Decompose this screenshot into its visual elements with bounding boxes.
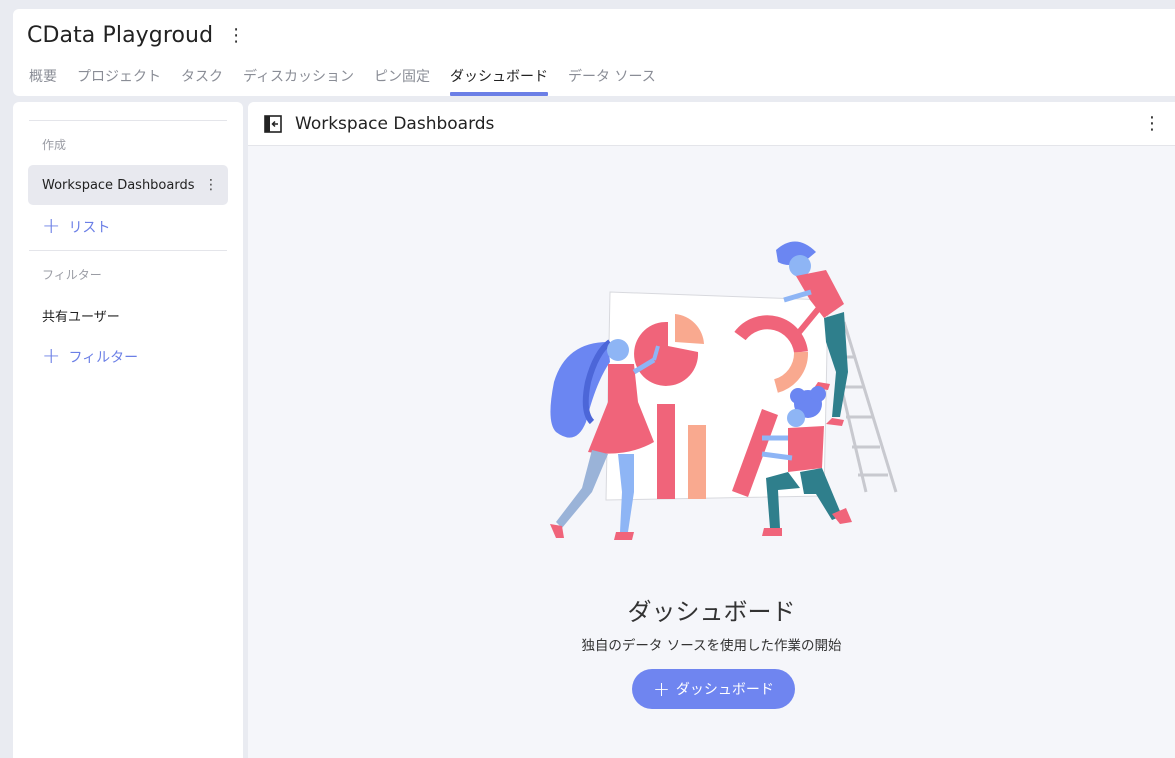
sidebar-item-workspace-dashboards[interactable]: Workspace Dashboards ⋮ xyxy=(28,165,228,205)
create-dashboard-button[interactable]: + ダッシュボード xyxy=(632,669,795,709)
add-list-label: リスト xyxy=(68,220,111,236)
filter-shared-users[interactable]: 共有ユーザー xyxy=(42,306,120,325)
section-label-filter: フィルター xyxy=(42,268,102,282)
kebab-icon[interactable]: ⋮ xyxy=(204,177,218,193)
add-filter-button[interactable]: + フィルター xyxy=(42,346,138,368)
create-dashboard-label: ダッシュボード xyxy=(675,682,774,698)
plus-icon: + xyxy=(653,677,670,701)
plus-icon: + xyxy=(42,344,61,369)
tab-tasks[interactable]: タスク xyxy=(181,61,223,96)
kebab-icon[interactable]: ⋮ xyxy=(1143,113,1161,134)
empty-state-title: ダッシュボード xyxy=(627,598,796,626)
divider xyxy=(29,120,227,121)
kebab-icon[interactable]: ⋮ xyxy=(227,26,245,45)
title-row: CData Playgroud ⋮ xyxy=(27,23,245,48)
tab-projects[interactable]: プロジェクト xyxy=(77,61,161,96)
main-header: Workspace Dashboards ⋮ xyxy=(248,102,1175,146)
tab-discussions[interactable]: ディスカッション xyxy=(243,61,354,96)
dashboard-illustration xyxy=(550,241,898,540)
workspace-header: CData Playgroud ⋮ 概要 プロジェクト タスク ディスカッション… xyxy=(13,9,1175,96)
main-panel: Workspace Dashboards ⋮ ダッシュボード 独自のデータ ソー… xyxy=(248,102,1175,758)
empty-state-subtitle: 独自のデータ ソースを使用した作業の開始 xyxy=(581,638,842,654)
tab-dashboards[interactable]: ダッシュボード xyxy=(450,61,549,96)
add-filter-label: フィルター xyxy=(68,350,139,366)
section-label-create: 作成 xyxy=(42,138,67,152)
add-list-button[interactable]: + リスト xyxy=(42,216,110,238)
tab-bar: 概要 プロジェクト タスク ディスカッション ピン固定 ダッシュボード データ … xyxy=(29,61,676,96)
tab-pinned[interactable]: ピン固定 xyxy=(374,61,430,96)
main-title: Workspace Dashboards xyxy=(295,113,495,134)
tab-data-sources[interactable]: データ ソース xyxy=(568,61,656,96)
tab-overview[interactable]: 概要 xyxy=(29,61,57,96)
plus-icon: + xyxy=(42,214,61,239)
project-title: CData Playgroud xyxy=(27,23,214,48)
sidebar: 作成 Workspace Dashboards ⋮ + リスト フィルター 共有… xyxy=(13,102,243,758)
collapse-sidebar-icon[interactable] xyxy=(264,114,282,133)
sidebar-item-label: Workspace Dashboards xyxy=(42,177,195,193)
divider xyxy=(29,250,227,251)
